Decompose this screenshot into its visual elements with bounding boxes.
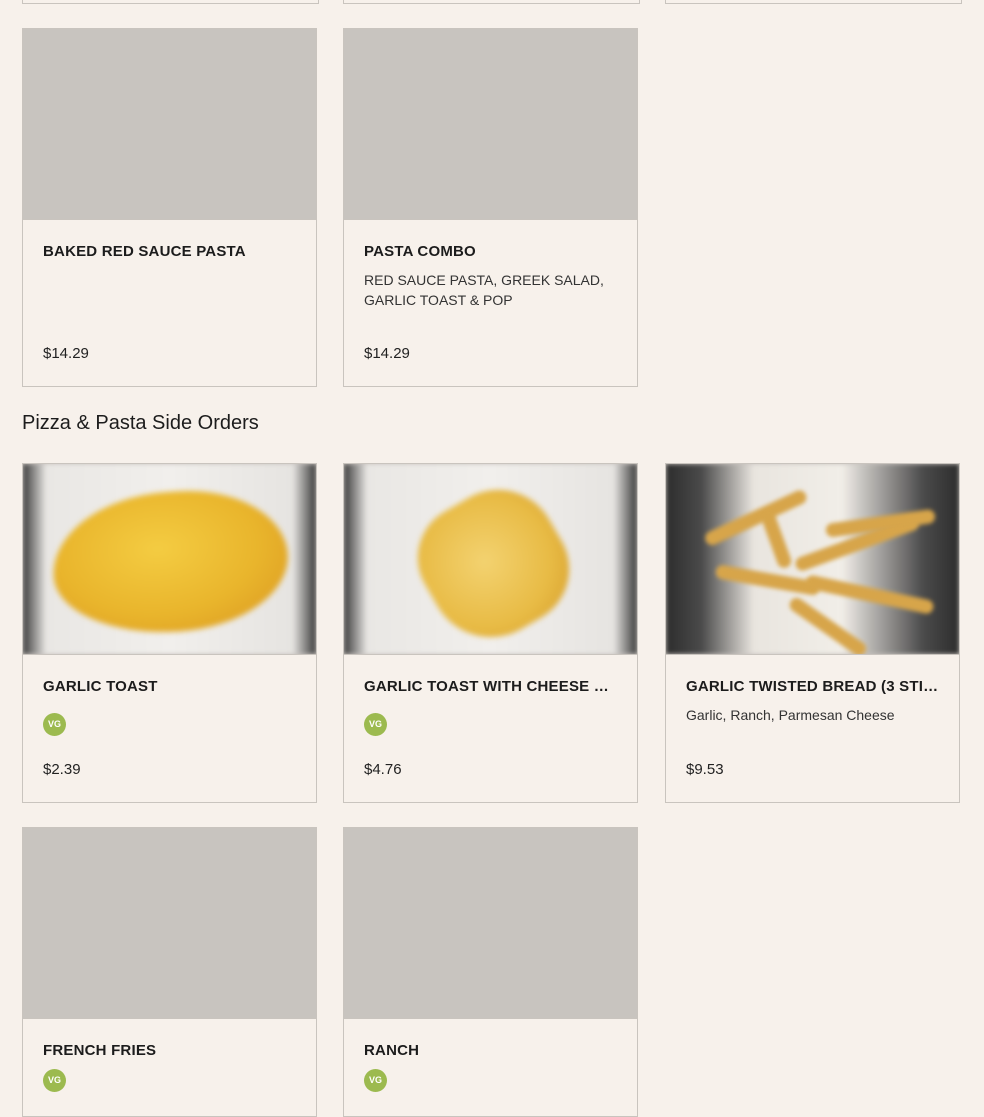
item-title: FRENCH FRIES	[43, 1042, 157, 1059]
item-description: Garlic, Ranch, Parmesan Cheese	[686, 707, 895, 723]
item-image	[344, 464, 637, 655]
vegetarian-badge: VG	[43, 713, 66, 736]
menu-item-card[interactable]: RANCH VG	[343, 827, 638, 1117]
item-image-placeholder	[23, 29, 316, 220]
item-price: $4.76	[364, 761, 402, 778]
item-price: $14.29	[43, 345, 89, 362]
item-image-placeholder	[23, 828, 316, 1019]
previous-card-edge	[665, 0, 962, 4]
menu-item-card[interactable]: GARLIC TWISTED BREAD (3 STICKS) Garlic, …	[665, 463, 960, 803]
item-title: GARLIC TWISTED BREAD (3 STICKS)	[686, 678, 939, 695]
item-image	[666, 464, 959, 655]
vegetarian-badge: VG	[364, 1069, 387, 1092]
previous-card-edge	[343, 0, 640, 4]
menu-item-card[interactable]: FRENCH FRIES VG	[22, 827, 317, 1117]
menu-item-card[interactable]: GARLIC TOAST WITH CHEESE OR V... VG $4.7…	[343, 463, 638, 803]
item-description: RED SAUCE PASTA, GREEK SALAD, GARLIC TOA…	[364, 272, 604, 308]
menu-item-card[interactable]: BAKED RED SAUCE PASTA $14.29	[22, 28, 317, 387]
item-price: $9.53	[686, 761, 724, 778]
item-price: $14.29	[364, 345, 410, 362]
item-title: PASTA COMBO	[364, 243, 476, 260]
menu-item-card[interactable]: PASTA COMBO RED SAUCE PASTA, GREEK SALAD…	[343, 28, 638, 387]
item-image-placeholder	[344, 29, 637, 220]
item-image-placeholder	[344, 828, 637, 1019]
item-price: $2.39	[43, 761, 81, 778]
previous-card-edge	[22, 0, 319, 4]
vegetarian-badge: VG	[364, 713, 387, 736]
item-image	[23, 464, 316, 655]
vegetarian-badge: VG	[43, 1069, 66, 1092]
section-title: Pizza & Pasta Side Orders	[22, 412, 259, 434]
menu-item-card[interactable]: GARLIC TOAST VG $2.39	[22, 463, 317, 803]
item-title: GARLIC TOAST WITH CHEESE OR V...	[364, 678, 617, 695]
item-title: GARLIC TOAST	[43, 678, 158, 695]
item-title: BAKED RED SAUCE PASTA	[43, 243, 246, 260]
item-title: RANCH	[364, 1042, 420, 1059]
